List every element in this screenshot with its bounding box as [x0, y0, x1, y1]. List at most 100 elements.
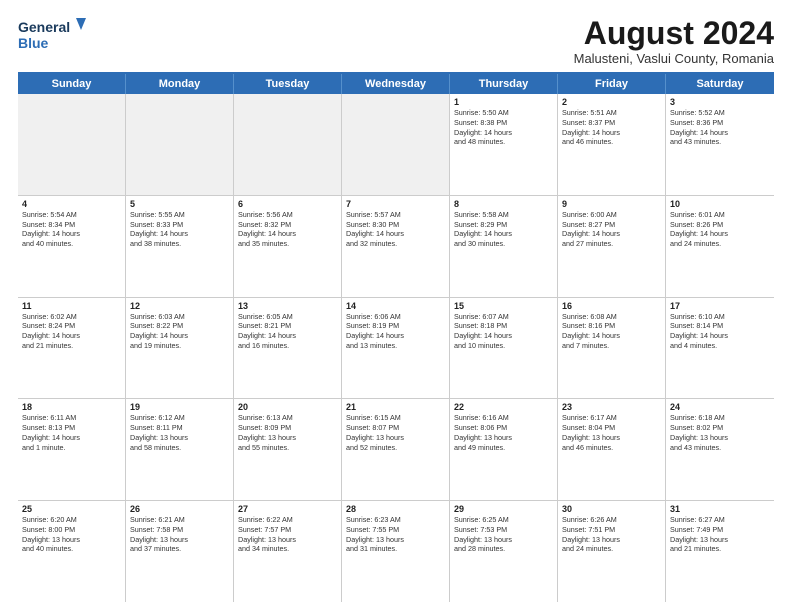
calendar-cell: 5Sunrise: 5:55 AMSunset: 8:33 PMDaylight…	[126, 196, 234, 297]
calendar-cell	[126, 94, 234, 195]
cell-info-line: Daylight: 13 hours	[346, 535, 445, 545]
cell-info-line: Sunrise: 5:55 AM	[130, 210, 229, 220]
cell-info-line: and 10 minutes.	[454, 341, 553, 351]
day-number: 2	[562, 97, 661, 107]
cell-info-line: Daylight: 14 hours	[346, 331, 445, 341]
cell-info-line: Sunset: 7:55 PM	[346, 525, 445, 535]
cell-info-line: Daylight: 14 hours	[670, 128, 770, 138]
cell-info-line: Sunset: 8:21 PM	[238, 321, 337, 331]
cell-info-line: Sunrise: 6:08 AM	[562, 312, 661, 322]
cell-info-line: Sunset: 8:09 PM	[238, 423, 337, 433]
cell-info-line: Sunset: 8:02 PM	[670, 423, 770, 433]
cell-info-line: Sunset: 8:00 PM	[22, 525, 121, 535]
cell-info-line: and 28 minutes.	[454, 544, 553, 554]
calendar-cell: 18Sunrise: 6:11 AMSunset: 8:13 PMDayligh…	[18, 399, 126, 500]
day-number: 8	[454, 199, 553, 209]
day-number: 15	[454, 301, 553, 311]
day-number: 3	[670, 97, 770, 107]
subtitle: Malusteni, Vaslui County, Romania	[574, 51, 774, 66]
cell-info-line: Sunrise: 6:20 AM	[22, 515, 121, 525]
calendar-cell: 11Sunrise: 6:02 AMSunset: 8:24 PMDayligh…	[18, 298, 126, 399]
cell-info-line: Daylight: 14 hours	[562, 229, 661, 239]
calendar-cell: 16Sunrise: 6:08 AMSunset: 8:16 PMDayligh…	[558, 298, 666, 399]
cell-info-line: and 24 minutes.	[562, 544, 661, 554]
calendar-row: 4Sunrise: 5:54 AMSunset: 8:34 PMDaylight…	[18, 196, 774, 298]
cell-info-line: Sunrise: 6:13 AM	[238, 413, 337, 423]
day-number: 20	[238, 402, 337, 412]
cell-info-line: and 34 minutes.	[238, 544, 337, 554]
cell-info-line: and 13 minutes.	[346, 341, 445, 351]
calendar-body: 1Sunrise: 5:50 AMSunset: 8:38 PMDaylight…	[18, 94, 774, 602]
cell-info-line: and 38 minutes.	[130, 239, 229, 249]
cell-info-line: Sunrise: 5:58 AM	[454, 210, 553, 220]
cell-info-line: and 7 minutes.	[562, 341, 661, 351]
cell-info-line: and 21 minutes.	[670, 544, 770, 554]
cell-info-line: Daylight: 14 hours	[346, 229, 445, 239]
calendar: SundayMondayTuesdayWednesdayThursdayFrid…	[18, 72, 774, 602]
calendar-cell: 23Sunrise: 6:17 AMSunset: 8:04 PMDayligh…	[558, 399, 666, 500]
cell-info-line: Daylight: 14 hours	[562, 128, 661, 138]
cell-info-line: Sunrise: 6:15 AM	[346, 413, 445, 423]
cell-info-line: Sunset: 8:32 PM	[238, 220, 337, 230]
day-number: 29	[454, 504, 553, 514]
day-number: 26	[130, 504, 229, 514]
cell-info-line: Sunset: 8:30 PM	[346, 220, 445, 230]
day-number: 28	[346, 504, 445, 514]
calendar-cell: 13Sunrise: 6:05 AMSunset: 8:21 PMDayligh…	[234, 298, 342, 399]
cell-info-line: Sunrise: 6:22 AM	[238, 515, 337, 525]
cell-info-line: Daylight: 13 hours	[562, 433, 661, 443]
cell-info-line: Sunrise: 6:10 AM	[670, 312, 770, 322]
calendar-cell: 15Sunrise: 6:07 AMSunset: 8:18 PMDayligh…	[450, 298, 558, 399]
cell-info-line: Sunrise: 6:11 AM	[22, 413, 121, 423]
day-number: 21	[346, 402, 445, 412]
cell-info-line: and 19 minutes.	[130, 341, 229, 351]
cell-info-line: Sunrise: 5:51 AM	[562, 108, 661, 118]
calendar-cell: 12Sunrise: 6:03 AMSunset: 8:22 PMDayligh…	[126, 298, 234, 399]
cell-info-line: Sunrise: 6:25 AM	[454, 515, 553, 525]
cell-info-line: Sunset: 8:13 PM	[22, 423, 121, 433]
svg-text:General: General	[18, 19, 70, 35]
cell-info-line: Daylight: 13 hours	[130, 535, 229, 545]
calendar-cell: 27Sunrise: 6:22 AMSunset: 7:57 PMDayligh…	[234, 501, 342, 602]
page: General Blue August 2024 Malusteni, Vasl…	[0, 0, 792, 612]
day-number: 22	[454, 402, 553, 412]
calendar-cell: 30Sunrise: 6:26 AMSunset: 7:51 PMDayligh…	[558, 501, 666, 602]
calendar-cell: 8Sunrise: 5:58 AMSunset: 8:29 PMDaylight…	[450, 196, 558, 297]
cell-info-line: and 43 minutes.	[670, 443, 770, 453]
calendar-row: 25Sunrise: 6:20 AMSunset: 8:00 PMDayligh…	[18, 501, 774, 602]
calendar-cell: 6Sunrise: 5:56 AMSunset: 8:32 PMDaylight…	[234, 196, 342, 297]
day-number: 30	[562, 504, 661, 514]
cell-info-line: Sunset: 8:26 PM	[670, 220, 770, 230]
calendar-cell: 26Sunrise: 6:21 AMSunset: 7:58 PMDayligh…	[126, 501, 234, 602]
month-title: August 2024	[574, 16, 774, 51]
logo: General Blue	[18, 16, 88, 54]
cell-info-line: Sunrise: 6:17 AM	[562, 413, 661, 423]
day-number: 6	[238, 199, 337, 209]
cell-info-line: and 43 minutes.	[670, 137, 770, 147]
calendar-cell: 17Sunrise: 6:10 AMSunset: 8:14 PMDayligh…	[666, 298, 774, 399]
calendar-cell	[234, 94, 342, 195]
svg-text:Blue: Blue	[18, 35, 49, 51]
cell-info-line: Daylight: 13 hours	[670, 433, 770, 443]
day-number: 13	[238, 301, 337, 311]
day-number: 11	[22, 301, 121, 311]
logo-svg: General Blue	[18, 16, 88, 54]
cell-info-line: Daylight: 14 hours	[238, 331, 337, 341]
calendar-cell: 3Sunrise: 5:52 AMSunset: 8:36 PMDaylight…	[666, 94, 774, 195]
weekday-header: Friday	[558, 74, 666, 94]
cell-info-line: Daylight: 13 hours	[454, 535, 553, 545]
cell-info-line: Sunrise: 6:16 AM	[454, 413, 553, 423]
cell-info-line: Daylight: 13 hours	[22, 535, 121, 545]
cell-info-line: and 24 minutes.	[670, 239, 770, 249]
calendar-cell	[18, 94, 126, 195]
cell-info-line: Sunrise: 6:01 AM	[670, 210, 770, 220]
calendar-cell: 31Sunrise: 6:27 AMSunset: 7:49 PMDayligh…	[666, 501, 774, 602]
day-number: 31	[670, 504, 770, 514]
cell-info-line: Daylight: 14 hours	[670, 331, 770, 341]
cell-info-line: Daylight: 14 hours	[238, 229, 337, 239]
cell-info-line: and 31 minutes.	[346, 544, 445, 554]
calendar-cell: 20Sunrise: 6:13 AMSunset: 8:09 PMDayligh…	[234, 399, 342, 500]
cell-info-line: and 58 minutes.	[130, 443, 229, 453]
calendar-cell: 28Sunrise: 6:23 AMSunset: 7:55 PMDayligh…	[342, 501, 450, 602]
cell-info-line: Sunset: 8:36 PM	[670, 118, 770, 128]
